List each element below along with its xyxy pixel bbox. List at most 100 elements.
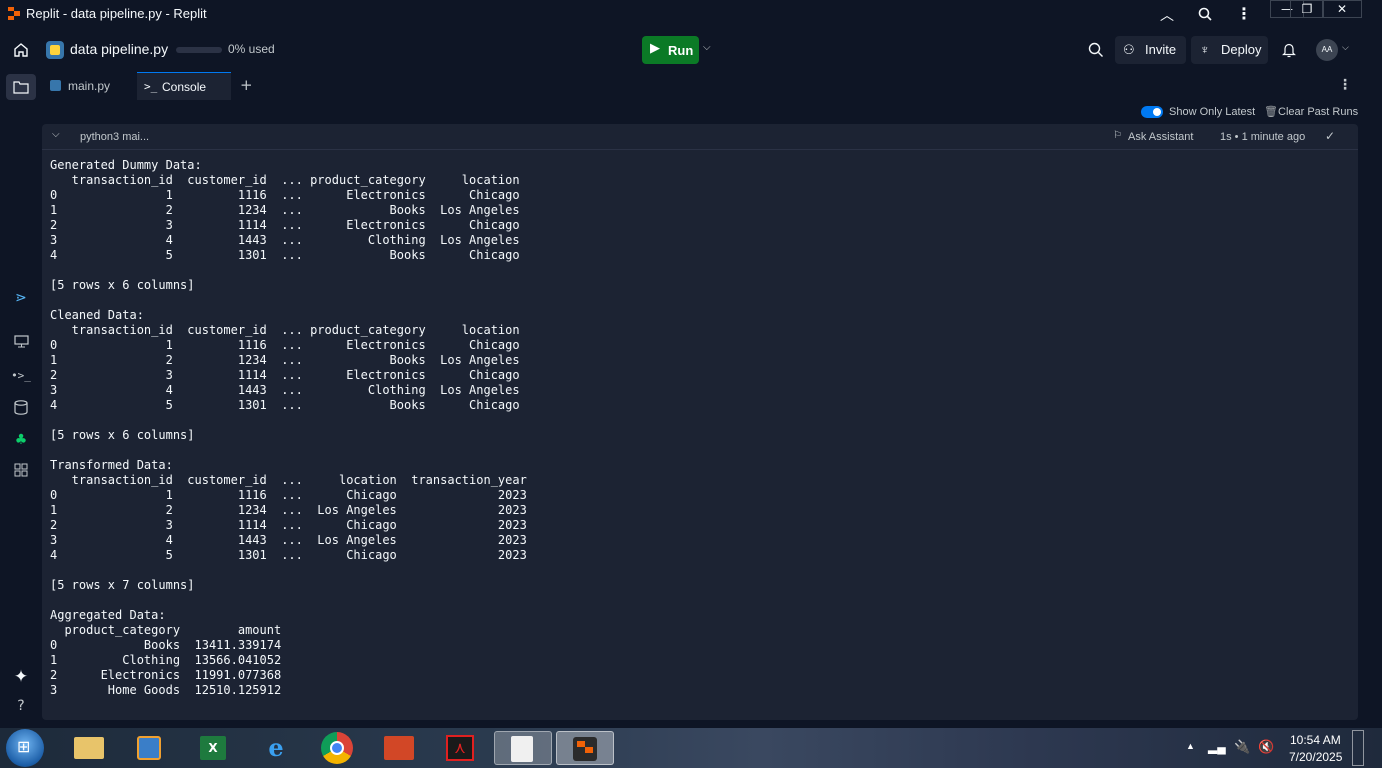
files-button[interactable] bbox=[6, 74, 36, 100]
more-vertical-icon[interactable]: ⋮ bbox=[1236, 4, 1252, 23]
run-timing: 1s • 1 minute ago bbox=[1220, 131, 1306, 143]
database-icon[interactable] bbox=[14, 400, 28, 415]
python-file-icon bbox=[50, 80, 61, 91]
flag-icon: ⚐ bbox=[1113, 130, 1122, 141]
clock-time[interactable]: 10:54 AM bbox=[1290, 733, 1341, 747]
preview-icon[interactable] bbox=[14, 335, 29, 348]
account-chevron-icon[interactable]: ⌵ bbox=[1342, 43, 1349, 53]
avatar[interactable]: AA bbox=[1316, 39, 1338, 61]
clear-past-runs-button[interactable]: Clear Past Runs bbox=[1278, 106, 1358, 118]
tab-bar: main.py >_ Console + ⋮ bbox=[42, 72, 1366, 101]
window-title-bar: Replit - data pipeline.py - Replit ︿ ⋮ —… bbox=[0, 0, 1382, 28]
console-output-line: product_category amount bbox=[50, 623, 282, 637]
console-output-line: 3 4 1443 ... Los Angeles 2023 bbox=[50, 533, 527, 547]
shell-icon[interactable]: •>_ bbox=[11, 366, 31, 386]
new-tab-plus-icon[interactable]: + bbox=[240, 76, 253, 94]
close-button[interactable]: ✕ bbox=[1322, 0, 1362, 18]
console-output: Generated Dummy Data: transaction_id cus… bbox=[50, 158, 527, 698]
console-output-line: Aggregated Data: bbox=[50, 608, 166, 622]
tab-console[interactable]: >_ Console bbox=[137, 72, 231, 100]
media-player-icon[interactable] bbox=[124, 731, 174, 765]
power-icon[interactable]: 🔌 bbox=[1234, 739, 1250, 755]
clock-date[interactable]: 7/20/2025 bbox=[1289, 750, 1342, 764]
left-sidebar: ⋗ •>_ ♣ ✦ ? bbox=[0, 72, 42, 728]
window-title: Replit - data pipeline.py - Replit bbox=[26, 6, 207, 21]
internet-explorer-icon[interactable]: e bbox=[250, 731, 300, 765]
tab-label: Console bbox=[162, 80, 207, 94]
run-command[interactable]: python3 mai... bbox=[80, 131, 149, 143]
show-hidden-icons-icon[interactable]: ▲ bbox=[1186, 741, 1195, 751]
apps-grid-icon[interactable] bbox=[14, 463, 28, 477]
play-icon: ▶ bbox=[650, 41, 660, 56]
notifications-bell-icon[interactable] bbox=[1282, 42, 1296, 58]
document-app-icon[interactable] bbox=[494, 731, 552, 765]
usage-bar bbox=[176, 47, 222, 53]
show-latest-toggle[interactable] bbox=[1141, 106, 1163, 118]
trash-icon: 🗑 bbox=[1264, 105, 1278, 118]
console-output-line: 1 2 1234 ... Books Los Angeles bbox=[50, 203, 520, 217]
help-icon[interactable]: ? bbox=[11, 696, 31, 716]
zoom-icon[interactable] bbox=[1198, 7, 1212, 21]
run-label: Run bbox=[668, 43, 694, 58]
git-icon[interactable]: ⋗ bbox=[11, 288, 31, 308]
console-output-line: Cleaned Data: bbox=[50, 308, 144, 322]
ask-assistant-button[interactable]: Ask Assistant bbox=[1128, 131, 1193, 143]
top-navigation: data pipeline.py 0% used ▶ Run ⌵ ⚇ Invit… bbox=[0, 28, 1366, 72]
deploy-button[interactable]: ♆ Deploy bbox=[1191, 36, 1268, 64]
divider bbox=[42, 149, 1358, 150]
console-output-line: transaction_id customer_id ... location … bbox=[50, 473, 527, 487]
console-output-line: 4 5 1301 ... Books Chicago bbox=[50, 398, 520, 412]
console-output-line: 1 2 1234 ... Los Angeles 2023 bbox=[50, 503, 527, 517]
console-output-line: Transformed Data: bbox=[50, 458, 173, 472]
console-output-line: transaction_id customer_id ... product_c… bbox=[50, 323, 520, 337]
replit-taskbar-icon[interactable] bbox=[556, 731, 614, 765]
volume-muted-icon[interactable]: 🔇 bbox=[1258, 739, 1274, 755]
windows-logo-icon: ⊞ bbox=[17, 737, 31, 756]
search-icon[interactable] bbox=[1088, 42, 1104, 58]
tab-label: main.py bbox=[68, 79, 111, 93]
console-output-line: 2 3 1114 ... Chicago 2023 bbox=[50, 518, 527, 532]
show-desktop-button[interactable] bbox=[1352, 730, 1364, 766]
console-icon: >_ bbox=[144, 80, 158, 93]
tab-options-icon[interactable]: ⋮ bbox=[1338, 77, 1352, 93]
console-output-line: 0 Books 13411.339174 bbox=[50, 638, 282, 652]
packages-icon[interactable]: ♣ bbox=[11, 430, 31, 450]
explorer-icon[interactable] bbox=[64, 731, 114, 765]
chrome-icon[interactable] bbox=[312, 731, 362, 765]
console-output-line: 0 1 1116 ... Chicago 2023 bbox=[50, 488, 527, 502]
restore-button[interactable]: ❐ bbox=[1290, 0, 1324, 18]
excel-icon[interactable]: X bbox=[188, 731, 238, 765]
console-output-line: 3 4 1443 ... Clothing Los Angeles bbox=[50, 383, 520, 397]
console-output-line: 3 Home Goods 12510.125912 bbox=[50, 683, 282, 697]
sparkle-icon[interactable]: ✦ bbox=[11, 667, 31, 687]
project-name[interactable]: data pipeline.py bbox=[70, 41, 168, 57]
console-output-line: 1 Clothing 13566.041052 bbox=[50, 653, 282, 667]
acrobat-icon[interactable]: ⋏ bbox=[436, 731, 486, 765]
console-output-line: Generated Dummy Data: bbox=[50, 158, 202, 172]
run-options-chevron-icon[interactable]: ⌵ bbox=[703, 42, 711, 53]
run-output-panel: ⌵ python3 mai... ⚐ Ask Assistant 1s • 1 … bbox=[42, 124, 1358, 720]
chevron-up-icon[interactable]: ︿ bbox=[1160, 5, 1174, 25]
python-icon bbox=[46, 41, 64, 59]
network-signal-icon[interactable]: ▂▄ bbox=[1208, 740, 1226, 754]
checkmark-icon: ✓ bbox=[1325, 129, 1336, 143]
show-only-latest-label[interactable]: Show Only Latest bbox=[1169, 106, 1255, 118]
console-output-line: 1 2 1234 ... Books Los Angeles bbox=[50, 353, 520, 367]
console-output-line: [5 rows x 6 columns] bbox=[50, 278, 195, 292]
start-button[interactable]: ⊞ bbox=[6, 729, 44, 767]
deploy-label: Deploy bbox=[1221, 42, 1262, 57]
console-pane: Show Only Latest 🗑 Clear Past Runs ⌵ pyt… bbox=[42, 100, 1366, 728]
invite-button[interactable]: ⚇ Invite bbox=[1115, 36, 1186, 64]
console-output-line: 3 4 1443 ... Clothing Los Angeles bbox=[50, 233, 520, 247]
tab-main-py[interactable]: main.py bbox=[42, 72, 136, 100]
collapse-chevron-icon[interactable]: ⌵ bbox=[52, 129, 60, 140]
run-button[interactable]: ▶ Run bbox=[642, 36, 699, 64]
presentation-app-icon[interactable] bbox=[374, 731, 424, 765]
console-output-line: 0 1 1116 ... Electronics Chicago bbox=[50, 338, 520, 352]
deploy-icon: ♆ bbox=[1200, 42, 1210, 57]
console-output-line: [5 rows x 6 columns] bbox=[50, 428, 195, 442]
home-icon[interactable] bbox=[13, 42, 29, 58]
